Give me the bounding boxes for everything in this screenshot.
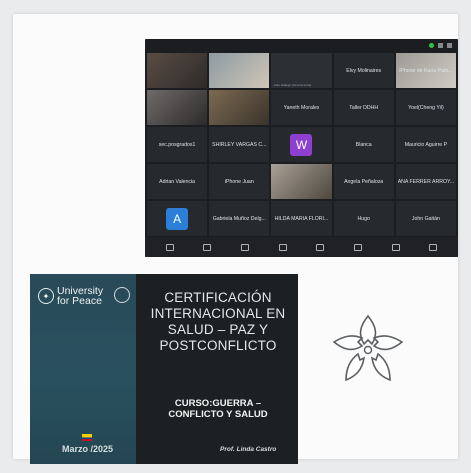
video-button[interactable]: [203, 243, 212, 251]
apps-button[interactable]: [391, 243, 400, 251]
participant-name: Yoel(Cheng Yil): [408, 104, 444, 111]
title-line: SALUD – PAZ Y: [167, 322, 269, 337]
colombia-flag-icon: [82, 434, 92, 441]
fullscreen-icon: [447, 42, 452, 48]
participant-name: Yaneth Morales: [283, 104, 320, 111]
mic-icon: [165, 243, 174, 251]
participant-name: HILDA MARIA FLORI...: [274, 215, 329, 222]
participant-tile[interactable]: A: [147, 201, 208, 236]
participant-grid: Juan Gallego (tomó la toma) Elvy Molinair…: [147, 53, 456, 236]
participant-name: Hugo: [357, 215, 370, 222]
share-icon: [278, 243, 287, 251]
participant-tile[interactable]: iPhone de Karla Patri...: [395, 53, 456, 88]
meeting-toolbar: [145, 237, 458, 257]
more-icon: [429, 243, 438, 251]
slide-date: Marzo /2025: [62, 444, 114, 454]
un-emblem-icon: [114, 287, 130, 303]
participant-tile[interactable]: [147, 53, 208, 88]
share-button[interactable]: [278, 243, 287, 251]
zoom-top-bar: [145, 39, 458, 51]
course-title: CURSO:GUERRA – CONFLICTO Y SALUD: [138, 398, 298, 420]
org-name-line2: for Peace: [57, 295, 102, 307]
participant-tile[interactable]: Ángela Peñaloza: [333, 164, 394, 199]
zoom-meeting-screenshot: Juan Gallego (tomó la toma) Elvy Molinair…: [145, 39, 458, 257]
view-icon: [438, 42, 443, 48]
participant-tile[interactable]: Yoel(Cheng Yil): [395, 90, 456, 125]
participant-tile[interactable]: [209, 90, 270, 125]
mic-button[interactable]: [165, 243, 174, 251]
professor-name: Prof. Linda Castro: [220, 446, 277, 453]
participant-tile[interactable]: Mauricio Aguirre P: [395, 127, 456, 162]
flower-emblem-icon: [332, 314, 404, 382]
participant-tile[interactable]: Elvy Molinaires: [333, 53, 394, 88]
video-icon: [203, 243, 212, 251]
participant-tile[interactable]: Hugo: [333, 201, 394, 236]
participants-icon: [316, 243, 325, 251]
participant-avatar: A: [166, 207, 189, 230]
participant-name: Blanca: [355, 141, 372, 148]
participant-tile[interactable]: Taller DDHH: [333, 90, 394, 125]
title-line: POSTCONFLICTO: [159, 338, 277, 353]
participant-name: sec.posgrados1: [158, 141, 196, 148]
more-button[interactable]: [429, 243, 438, 251]
participant-tile[interactable]: Adrian Valencia: [147, 164, 208, 199]
participant-tile[interactable]: sec.posgrados1: [147, 127, 208, 162]
course-line: CONFLICTO Y SALUD: [168, 409, 268, 420]
participant-tile[interactable]: Juan Gallego (tomó la toma): [271, 53, 332, 88]
participant-name: iPhone de Karla Patri...: [399, 67, 453, 74]
course-line: CURSO:GUERRA –: [174, 398, 262, 409]
participant-name: SHIRLEY VARGAS C...: [212, 141, 267, 148]
participant-tile[interactable]: [271, 164, 332, 199]
participant-name: Mauricio Aguirre P: [404, 141, 448, 148]
participant-name: Ángela Peñaloza: [344, 178, 384, 185]
participant-tile[interactable]: Yaneth Morales: [271, 90, 332, 125]
participant-tile[interactable]: SHIRLEY VARGAS C...: [209, 127, 270, 162]
participant-tile[interactable]: [147, 90, 208, 125]
participant-tile[interactable]: Gabriela Muñoz Delg...: [209, 201, 270, 236]
reactions-icon: [241, 243, 250, 251]
participant-tile[interactable]: Blanca: [333, 127, 394, 162]
security-icon: [429, 42, 434, 48]
upeace-emblem-icon: ✦: [38, 288, 54, 304]
title-line: INTERNACIONAL EN: [150, 306, 286, 321]
participant-avatar: W: [290, 133, 313, 156]
participant-name: John Gaitán: [411, 215, 440, 222]
participant-caption: Juan Gallego (tomó la toma): [273, 83, 312, 87]
certificate-title: CERTIFICACIÓN INTERNACIONAL EN SALUD – P…: [138, 290, 298, 354]
participants-button[interactable]: [316, 243, 325, 251]
participant-tile[interactable]: John Gaitán: [395, 201, 456, 236]
ai-companion-button[interactable]: [353, 243, 362, 251]
participant-name: Gabriela Muñoz Delg...: [212, 215, 266, 222]
participant-tile[interactable]: W: [271, 127, 332, 162]
participant-tile[interactable]: [209, 53, 270, 88]
participant-name: iPhone Juan: [224, 178, 254, 185]
participant-name: ANA FERRER ARROY...: [397, 178, 455, 185]
participant-tile[interactable]: ANA FERRER ARROY...: [395, 164, 456, 199]
participant-tile[interactable]: iPhone Juan: [209, 164, 270, 199]
ai-companion-icon: [353, 243, 362, 251]
participant-name: Adrian Valencia: [159, 178, 196, 185]
participant-name: Elvy Molinaires: [346, 67, 382, 74]
title-line: CERTIFICACIÓN: [164, 290, 272, 305]
reactions-button[interactable]: [241, 243, 250, 251]
upeace-logo: ✦ University for Peace: [38, 286, 103, 306]
participant-name: Taller DDHH: [349, 104, 379, 111]
apps-icon: [391, 243, 400, 251]
certificate-slide: ✦ University for Peace CERTIFICACIÓN INT…: [30, 274, 298, 464]
participant-tile[interactable]: HILDA MARIA FLORI...: [271, 201, 332, 236]
